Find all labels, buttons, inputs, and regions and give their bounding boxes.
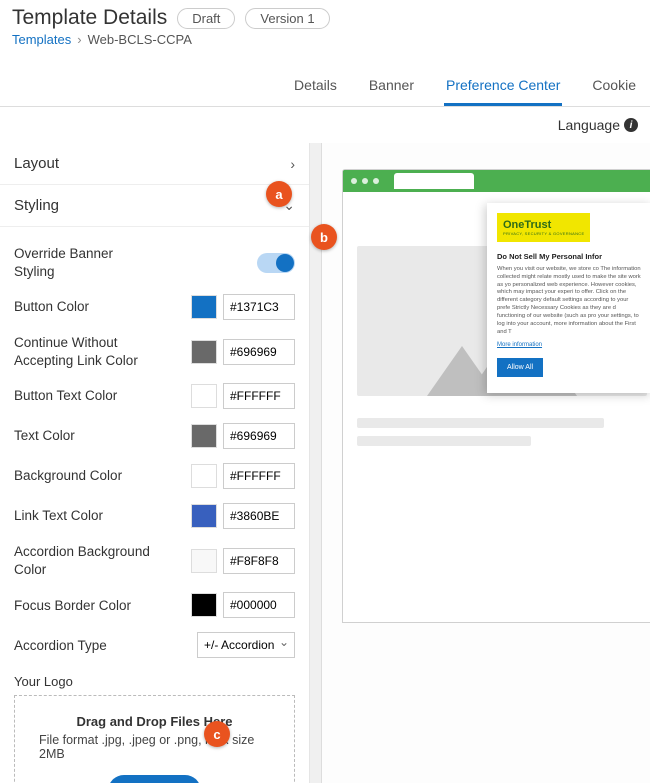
color-label: Text Color [14,427,75,445]
preview-more-information-link[interactable]: More information [497,342,542,348]
panel-layout[interactable]: Layout › [0,143,309,184]
tab-cookie[interactable]: Cookie [590,67,638,106]
color-row: Link Text Color [14,503,295,529]
tab-preference-center[interactable]: Preference Center [444,67,562,106]
tab-details[interactable]: Details [292,67,339,106]
upload-button[interactable]: Upload [108,775,200,783]
status-pill-version: Version 1 [245,8,329,29]
panel-styling-label: Styling [14,197,59,214]
preview-pane: OneTrust PRIVACY, SECURITY & GOVERNANCE … [322,143,650,783]
color-row: Text Color [14,423,295,449]
preview-allow-all-button[interactable]: Allow All [497,358,543,377]
color-label: Focus Border Color [14,597,131,615]
breadcrumb: Templates › Web-BCLS-CCPA [12,32,638,47]
color-row: Background Color [14,463,295,489]
preview-modal-body: When you visit our website, we store co … [497,266,642,336]
preview-modal-title: Do Not Sell My Personal Infor [497,252,642,261]
placeholder-line [357,418,604,428]
color-label: Link Text Color [14,507,103,525]
color-row: Accordion Background Color [14,543,295,578]
color-label: Background Color [14,467,122,485]
color-label: Button Text Color [14,387,117,405]
color-hex-input[interactable] [223,294,295,320]
color-row: Focus Border Color [14,592,295,618]
override-banner-styling-label: Override Banner Styling [14,245,154,280]
callout-b: b [311,224,337,250]
override-banner-styling-toggle[interactable] [257,253,295,273]
placeholder-line [357,436,531,446]
color-swatch[interactable] [191,504,217,528]
tabs: Details Banner Preference Center Cookie [0,67,650,107]
color-row: Button Color [14,294,295,320]
dropzone-format-hint: File format .jpg, .jpeg or .png, max siz… [31,733,278,761]
color-hex-input[interactable] [223,339,295,365]
your-logo-label: Your Logo [14,674,295,689]
preview-brand-logo: OneTrust PRIVACY, SECURITY & GOVERNANCE [497,213,590,242]
color-swatch[interactable] [191,593,217,617]
color-swatch[interactable] [191,549,217,573]
page-title: Template Details [12,6,167,30]
color-hex-input[interactable] [223,423,295,449]
dropzone-title: Drag and Drop Files Here [31,714,278,729]
color-hex-input[interactable] [223,592,295,618]
color-swatch[interactable] [191,424,217,448]
color-swatch[interactable] [191,340,217,364]
color-hex-input[interactable] [223,503,295,529]
breadcrumb-root-link[interactable]: Templates [12,32,71,47]
panel-layout-label: Layout [14,155,59,172]
color-swatch[interactable] [191,295,217,319]
chevron-right-icon: › [290,156,295,172]
color-label: Button Color [14,298,89,316]
language-label: Language [558,117,620,133]
breadcrumb-current: Web-BCLS-CCPA [88,32,192,47]
color-hex-input[interactable] [223,463,295,489]
breadcrumb-separator: › [77,32,81,47]
info-icon[interactable]: i [624,118,638,132]
color-hex-input[interactable] [223,548,295,574]
color-hex-input[interactable] [223,383,295,409]
accordion-type-label: Accordion Type [14,637,107,655]
panel-styling[interactable]: Styling ⌄ [0,184,309,226]
logo-dropzone[interactable]: Drag and Drop Files Here File format .jp… [14,695,295,783]
color-label: Accordion Background Color [14,543,154,578]
color-swatch[interactable] [191,464,217,488]
color-row: Continue Without Accepting Link Color [14,334,295,369]
callout-a: a [266,181,292,207]
color-row: Button Text Color [14,383,295,409]
status-pill-draft: Draft [177,8,235,29]
tab-banner[interactable]: Banner [367,67,416,106]
color-label: Continue Without Accepting Link Color [14,334,154,369]
accordion-type-select[interactable]: +/- Accordion [197,632,295,658]
preview-consent-modal: OneTrust PRIVACY, SECURITY & GOVERNANCE … [487,203,650,393]
callout-c: c [204,721,230,747]
color-swatch[interactable] [191,384,217,408]
